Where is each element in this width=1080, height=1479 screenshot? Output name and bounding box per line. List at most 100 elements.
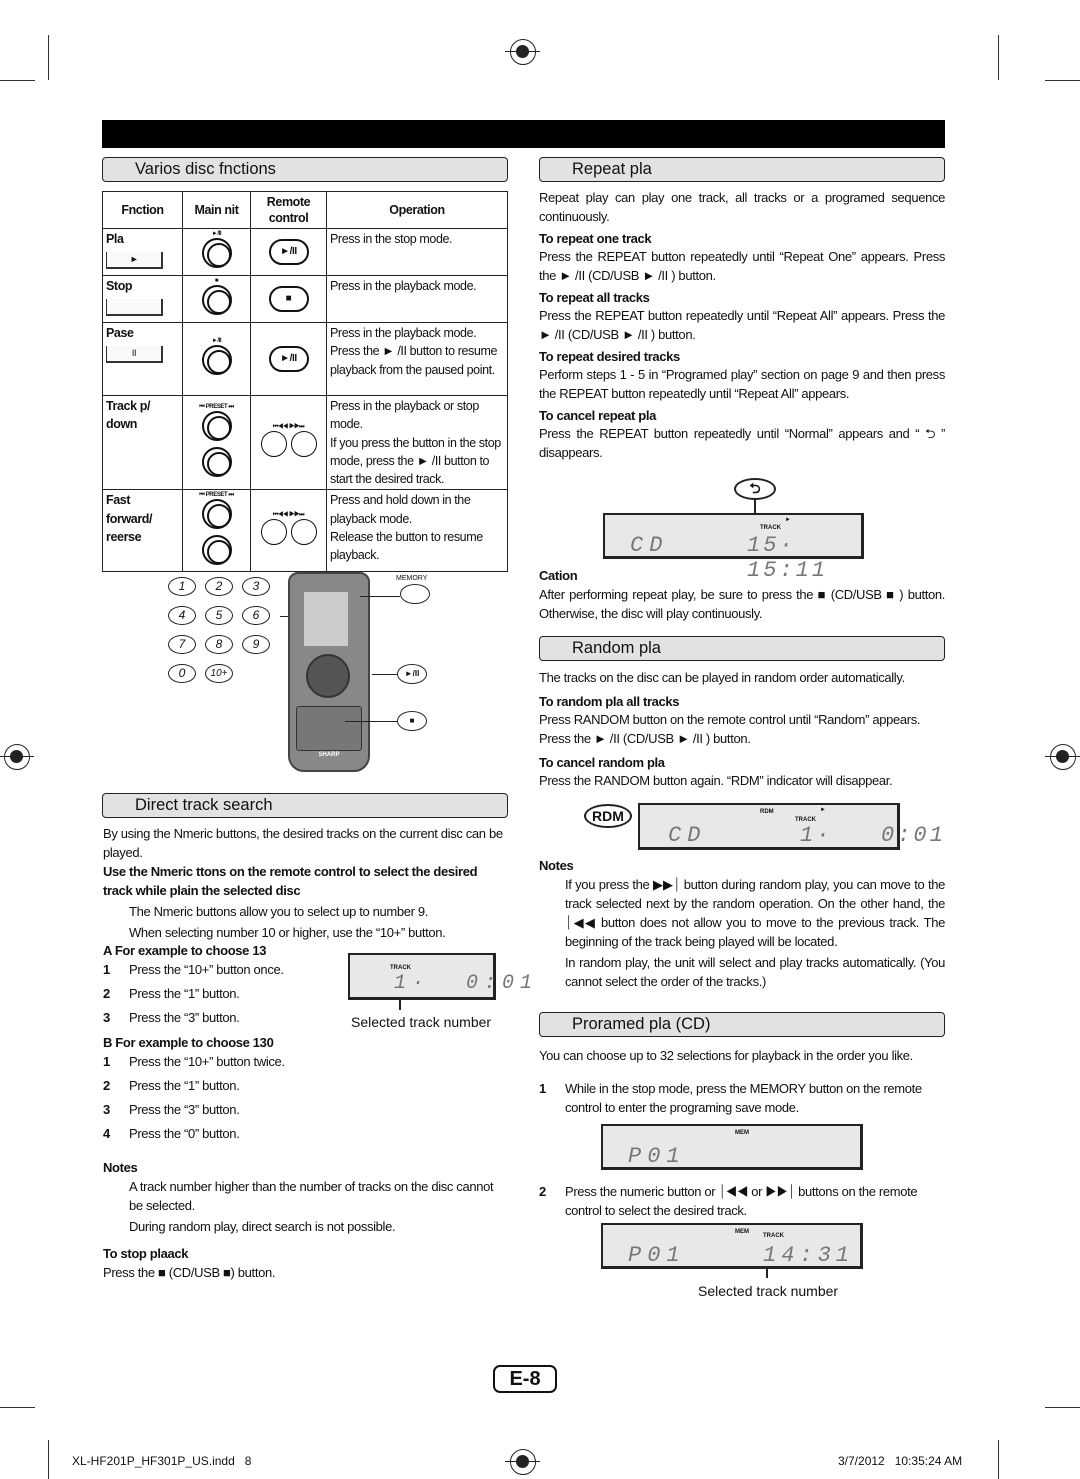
rewind-button-icon [201, 499, 232, 530]
numeric-key-10plus: 10+ [205, 664, 233, 683]
remote-play-pause-button-icon: ►/II [268, 346, 309, 372]
subheading: To repeat all tracks [539, 290, 650, 305]
fast-forward-button-icon [201, 534, 232, 565]
col-header: Remote control [250, 191, 327, 229]
remote-illustration: 1 2 3 4 5 6 7 8 9 0 10+ SHARP MEMORY ►/I… [160, 565, 450, 775]
step: Press the “3” button. [129, 1010, 240, 1025]
paragraph: Repeat play can play one track, all trac… [539, 190, 945, 224]
operation-text: Press in the playback mode. Press the ► … [326, 322, 508, 396]
stop-button-icon: ■ [397, 711, 427, 731]
function-name: Track p/ down [106, 399, 151, 432]
remote-skip-back-icon [260, 431, 287, 458]
paragraph: Press the REPEAT button repeatedly until… [539, 308, 945, 342]
header-bar [102, 120, 945, 148]
col-header: Fnction [102, 191, 183, 229]
registration-mark-icon [1045, 744, 1080, 770]
crop-mark [1045, 1407, 1080, 1408]
registration-mark-icon [0, 744, 34, 770]
registration-mark-icon [505, 39, 540, 65]
crop-mark [48, 1440, 49, 1479]
rdm-indicator: RDM [760, 809, 774, 815]
step: Press the numeric button or ⏐◀◀ or ▶▶⏐ b… [565, 1184, 918, 1218]
memory-label: MEMORY [396, 575, 428, 582]
skip-forward-button-icon [201, 446, 232, 477]
track-indicator: TRACK [763, 1233, 784, 1239]
mem-indicator: MEM [735, 1130, 749, 1136]
play-indicator-icon: ► [785, 517, 791, 523]
step: Press the “1” button. [129, 986, 240, 1001]
step: Press the “10+” button once. [129, 962, 284, 977]
function-name: Stop [106, 279, 133, 293]
crop-mark [1045, 80, 1080, 81]
section-title-programmed: Proramed pla (CD) [539, 1012, 945, 1037]
dpad [306, 654, 350, 698]
col-header: Main nit [182, 191, 251, 229]
track-indicator: TRACK [760, 525, 781, 531]
operation-text: Press in the playback or stop mode. [330, 399, 479, 432]
panel-stop-button [106, 299, 163, 317]
lcd-display-repeat: TRACK ► CD 15· 15:11 [603, 513, 864, 583]
caption: Selected track number [351, 1014, 492, 1030]
operation-text: Release the button to resume playback. [330, 530, 483, 563]
remote-stop-button-icon: ■ [268, 286, 309, 312]
step: While in the stop mode, press the MEMORY… [565, 1081, 922, 1115]
main-unit-label: ⏮ PRESET ⏭ [199, 492, 234, 499]
remote-skip-forward-icon [290, 431, 317, 458]
function-name: Pla [106, 232, 124, 246]
functions-table: Fnction Main nit Remote control Operatio… [102, 191, 508, 573]
subheading: To stop plaack [103, 1246, 189, 1261]
numeric-key-7: 7 [168, 635, 196, 654]
caution-title: Cation [539, 568, 578, 583]
note: During random play, direct search is not… [129, 1219, 396, 1234]
lcd-source: P01 [628, 1243, 686, 1268]
numeric-key-4: 4 [168, 606, 196, 625]
paragraph: You can choose up to 32 selections for p… [539, 1048, 913, 1063]
crop-mark [0, 1407, 35, 1408]
notes-title: Notes [103, 1160, 138, 1175]
registration-mark-icon [505, 1449, 540, 1475]
main-unit-label: ►/II [211, 338, 222, 345]
table-row: Pla ► ►/II ►/II Press in the stop mode. [102, 228, 508, 276]
remote-forward-icon [290, 519, 317, 546]
numeric-pad [304, 592, 348, 646]
brand-logo: SHARP [318, 752, 340, 758]
button-grid [296, 706, 362, 751]
repeat-icon: ⮌ [734, 478, 776, 500]
crop-mark [0, 80, 35, 81]
pointer-line [766, 1268, 768, 1278]
lcd-value: 1· 0:01 [800, 823, 946, 848]
lcd-display-random: RDM TRACK ► CD 1· 0:01 [638, 803, 943, 850]
paragraph: Press RANDOM button on the remote contro… [539, 712, 921, 746]
numeric-key-3: 3 [242, 577, 270, 596]
pointer-line [399, 1000, 401, 1010]
main-unit-play-button-icon [201, 238, 232, 269]
remote-label: ⏮◀◀ ▶▶⏭ [272, 424, 305, 431]
main-unit-stop-button-icon [201, 285, 232, 316]
instruction-heading: Use the Nmeric ttons on the remote contr… [103, 864, 478, 898]
panel-pause-button: II [106, 346, 163, 364]
panel-play-button: ► [106, 252, 163, 270]
numeric-key-0: 0 [168, 664, 196, 683]
step: Press the “10+” button twice. [129, 1054, 285, 1069]
lcd-display-direct: TRACK 1· 0:01 [348, 953, 532, 1000]
paragraph: By using the Nmeric buttons, the desired… [103, 826, 503, 860]
col-header: Operation [326, 191, 508, 229]
function-name: Pase [106, 326, 134, 340]
paragraph: Press the REPEAT button repeatedly until… [539, 249, 945, 283]
example-a-title: A For example to choose 13 [103, 943, 267, 958]
crop-mark [998, 35, 999, 80]
paragraph: The tracks on the disc can be played in … [539, 670, 905, 685]
notes-title: Notes [539, 858, 574, 873]
subheading: To repeat desired tracks [539, 349, 680, 364]
lcd-source: CD [630, 533, 669, 558]
paragraph: Press the ■ (CD/USB ■) button. [103, 1265, 276, 1280]
function-name: Fast forward/ reerse [106, 493, 153, 545]
lcd-value: 14:31 [763, 1243, 855, 1268]
footer-filename: XL-HF201P_HF301P_US.indd 8 [72, 1454, 252, 1468]
step: Press the “0” button. [129, 1126, 240, 1141]
lcd-value: P01 [628, 1144, 686, 1169]
step: Press the “1” button. [129, 1078, 240, 1093]
main-unit-label: ⏮ PRESET ⏭ [199, 404, 234, 411]
lcd-display-program-2: MEM TRACK P01 14:31 [601, 1223, 863, 1269]
track-indicator: TRACK [390, 965, 411, 971]
